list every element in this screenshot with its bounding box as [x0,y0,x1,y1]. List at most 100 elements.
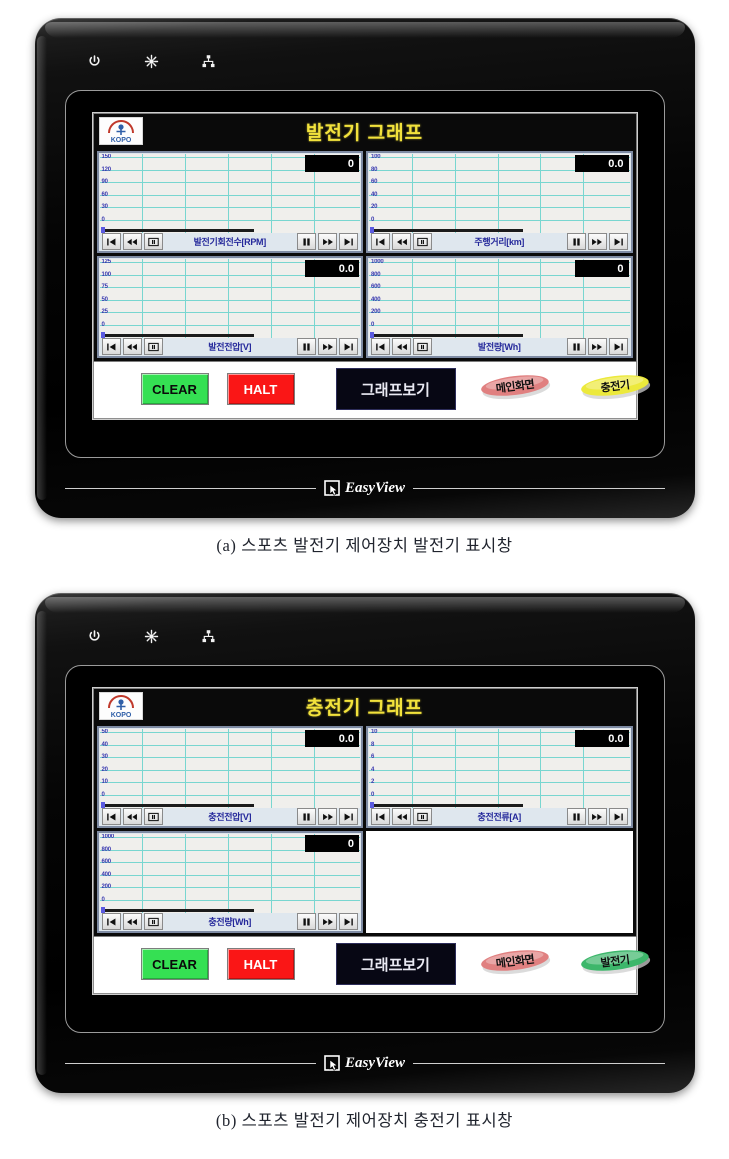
halt-button[interactable]: HALT [226,948,295,980]
gridline-v [270,154,272,233]
trend-toolbar: 발전기회전수[RPM] [99,233,360,250]
skip-forward-icon[interactable] [608,338,628,355]
skip-back-icon[interactable] [101,233,121,250]
gridline-v [411,729,413,808]
screen-bezel: KOPO 발전기 그래프 150 120 90 60 30 0 0 발전기회전수[RPM] 100 8… [64,90,665,458]
gridline-v [142,834,144,913]
gridline-v [270,834,272,913]
skip-forward-icon[interactable] [339,233,358,250]
clear-button[interactable]: CLEAR [140,373,209,405]
stop-icon[interactable] [143,233,163,250]
stop-icon[interactable] [143,913,163,930]
gridline-h [99,325,360,326]
skip-forward-icon[interactable] [608,233,628,250]
graph-view-button[interactable]: 그래프보기 [335,368,456,410]
y-axis-tick: 20 [101,766,108,773]
stop-icon[interactable] [413,233,432,250]
skip-back-icon[interactable] [371,233,390,250]
skip-back-icon[interactable] [101,808,121,825]
y-axis-tick: 2 [371,779,375,786]
skip-forward-icon[interactable] [339,913,358,930]
fast-forward-icon[interactable] [587,233,607,250]
trend-panel-empty [366,831,633,933]
graph-view-button[interactable]: 그래프보기 [335,943,456,985]
fast-forward-icon[interactable] [587,338,607,355]
halt-button[interactable]: HALT [226,373,295,405]
trend-toolbar: 충전전압[V] [99,808,360,825]
skip-back-icon[interactable] [371,338,390,355]
fast-forward-icon[interactable] [318,913,337,930]
gridline-v [540,729,542,808]
y-axis-tick: 150 [101,154,112,160]
gridline-h [99,220,360,221]
y-axis-tick: 30 [101,204,108,211]
main-screen-pill-button[interactable]: 메인화면 [476,947,554,975]
stop-icon[interactable] [413,338,432,355]
x-axis-origin-marker [100,332,105,338]
y-axis-tick: 40 [101,741,108,748]
stop-icon[interactable] [143,808,163,825]
gridline-h [99,287,360,289]
skip-back-icon[interactable] [101,913,121,930]
footer-rule-left [64,487,316,489]
pause-icon[interactable] [566,808,586,825]
gridline-v [270,729,272,808]
rewind-icon[interactable] [392,808,411,825]
skip-back-icon[interactable] [101,338,121,355]
screen-bezel: KOPO 충전기 그래프 50 40 30 20 10 0 0.0 충전전압[V] 10 8 6 4 2 0 0… [64,665,665,1033]
y-axis-tick: 600 [371,284,381,291]
skip-forward-icon[interactable] [339,338,358,355]
gridline-h [369,782,630,784]
stop-icon[interactable] [143,338,163,355]
button-strip: CLEAR HALT 그래프보기 메인화면 발전기 [92,937,650,994]
pause-icon[interactable] [297,233,316,250]
alt-screen-pill-button[interactable]: 충전기 [576,372,654,400]
fast-forward-icon[interactable] [318,233,337,250]
clear-button[interactable]: CLEAR [140,948,209,980]
device-highlight [44,22,685,38]
device-highlight [44,597,685,613]
rewind-icon[interactable] [122,913,142,930]
gridline-h [99,887,360,889]
trend-panel-충전전류[A]: 10 8 6 4 2 0 0.0 충전전류[A] [366,726,633,828]
x-axis-origin-marker [100,802,105,808]
fast-forward-icon[interactable] [587,808,607,825]
trend-panel-발전기회전수[RPM]: 150 120 90 60 30 0 0 발전기회전수[RPM] [96,151,363,253]
pause-icon[interactable] [566,338,586,355]
graph-area: 150 120 90 60 30 0 0 발전기회전수[RPM] 100 80 60 40 20 0 0.0… [92,148,637,362]
rewind-icon[interactable] [392,338,411,355]
gridline-v [411,154,413,233]
x-axis-origin-marker [100,227,105,233]
gridline-h [369,769,630,771]
rewind-icon[interactable] [122,808,142,825]
figure-caption: (b) 스포츠 발전기 제어장치 충전기 표시창 [215,1111,514,1130]
skip-back-icon[interactable] [371,808,390,825]
rewind-icon[interactable] [122,233,142,250]
pause-icon[interactable] [566,233,586,250]
trend-readout: 0 [305,155,359,172]
gridline-h [99,900,360,901]
stop-icon[interactable] [413,808,432,825]
rewind-icon[interactable] [122,338,142,355]
y-axis-tick: 0 [371,322,375,328]
skip-forward-icon[interactable] [608,808,628,825]
gridline-h [369,287,630,289]
hmi-screen: KOPO 충전기 그래프 50 40 30 20 10 0 0.0 충전전압[V] 10 8 6 4 2 0 0… [91,687,650,995]
skip-forward-icon[interactable] [339,808,358,825]
gridline-v [185,154,187,233]
pause-icon[interactable] [297,808,316,825]
y-axis-tick: 0 [101,792,105,798]
pause-icon[interactable] [297,338,316,355]
alt-screen-pill-button[interactable]: 발전기 [576,947,654,975]
gridline-h [369,194,630,196]
trend-panel-발전전압[V]: 125 100 75 50 25 0 0.0 발전전압[V] [96,256,363,358]
trend-readout: 0.0 [574,155,629,172]
pause-icon[interactable] [297,913,316,930]
rewind-icon[interactable] [392,233,411,250]
fast-forward-icon[interactable] [318,808,337,825]
main-screen-pill-button[interactable]: 메인화면 [476,372,554,400]
y-axis-tick: 800 [101,846,112,853]
x-axis-line [102,334,254,337]
fast-forward-icon[interactable] [318,338,337,355]
y-axis-tick: 100 [371,154,381,160]
